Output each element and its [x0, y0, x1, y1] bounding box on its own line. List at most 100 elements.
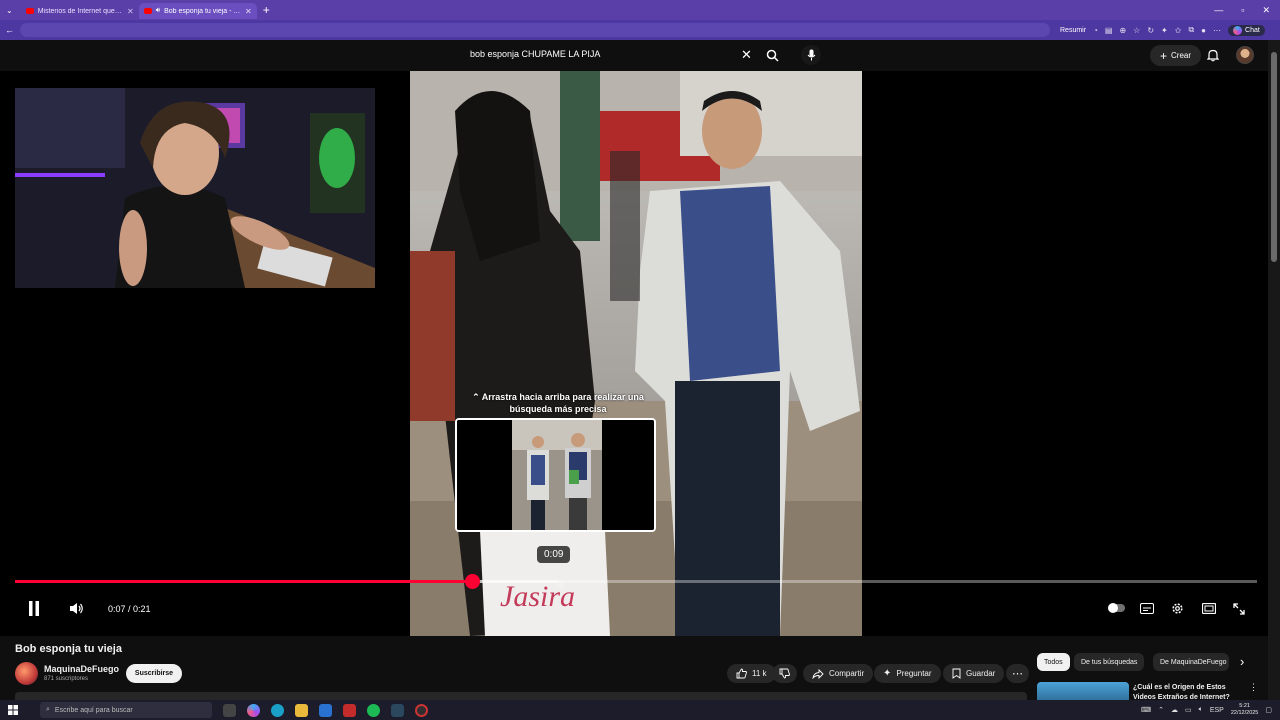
- bookmark-icon: [952, 668, 961, 679]
- pause-icon[interactable]: [28, 601, 40, 616]
- seek-preview-thumbnail: [455, 418, 656, 532]
- progress-bar[interactable]: [15, 574, 1257, 589]
- copilot-app-icon[interactable]: [247, 703, 260, 717]
- description-box[interactable]: [15, 692, 1027, 700]
- account-avatar[interactable]: [1236, 46, 1254, 64]
- address-bar-row: ← Resumir ◔ ▤ ⊕ ☆ ↻ ✦ ✩ ⧉ ● ⋯ Chat: [0, 20, 1280, 40]
- create-button[interactable]: + Crear: [1150, 45, 1202, 66]
- collections-icon[interactable]: ⧉: [1188, 25, 1194, 35]
- speaker-icon[interactable]: 🔈︎: [1199, 706, 1203, 714]
- url-field[interactable]: [20, 23, 1050, 37]
- autoplay-toggle[interactable]: [1108, 603, 1125, 613]
- read-aloud-icon[interactable]: ◔: [1093, 26, 1098, 35]
- close-tab-icon[interactable]: ✕: [127, 7, 134, 16]
- more-icon[interactable]: ⋯: [1213, 26, 1221, 35]
- obs-icon[interactable]: [415, 703, 428, 717]
- audio-playing-icon[interactable]: 🔊︎: [156, 7, 160, 15]
- preview-scene: [457, 420, 654, 530]
- tab-list-icon[interactable]: ⌄: [6, 6, 13, 15]
- like-button[interactable]: 11 k: [727, 664, 776, 683]
- recommendation-menu-icon[interactable]: ⋮: [1249, 682, 1258, 693]
- edge-browser-icon[interactable]: [271, 703, 284, 717]
- webcam-scene: [15, 88, 375, 288]
- new-tab-icon[interactable]: +: [263, 3, 270, 17]
- zoom-icon[interactable]: ⊕: [1119, 26, 1126, 35]
- windows-start-icon[interactable]: [8, 705, 18, 715]
- outlook-icon[interactable]: [319, 703, 332, 717]
- network-icon[interactable]: ▭: [1185, 706, 1192, 714]
- search-icon[interactable]: [766, 49, 779, 62]
- tray-cloud-icon[interactable]: ☁: [1171, 706, 1178, 714]
- task-view-icon[interactable]: [223, 703, 236, 717]
- summarize-button[interactable]: Resumir: [1060, 27, 1086, 34]
- streamer-webcam-overlay: [15, 88, 375, 288]
- taskbar-search-input[interactable]: ⌕ Escribe aquí para buscar: [40, 702, 212, 718]
- recommendation-thumbnail[interactable]: [1037, 682, 1129, 701]
- input-language[interactable]: ESP: [1210, 707, 1224, 714]
- youtube-header: bob esponja CHUPAME LA PIJA ✕ + Crear: [0, 40, 1268, 71]
- share-icon: [812, 668, 824, 679]
- clear-search-icon[interactable]: ✕: [741, 47, 752, 63]
- copilot-chat-button[interactable]: Chat: [1228, 24, 1265, 36]
- autoplay-knob: [1108, 603, 1118, 613]
- reader-mode-icon[interactable]: ▤: [1105, 26, 1113, 35]
- subscriber-count: 871 suscriptores: [44, 676, 89, 682]
- chip-all[interactable]: Todos: [1037, 653, 1070, 671]
- close-tab-icon[interactable]: ✕: [245, 7, 252, 16]
- tray-expand-icon[interactable]: ⌃: [1158, 706, 1164, 714]
- share-button[interactable]: Compartir: [803, 664, 874, 683]
- channel-name[interactable]: MaquinaDeFuego: [44, 664, 119, 674]
- windows-taskbar: ⌕ Escribe aquí para buscar ⌨ ⌃ ☁ ▭ 🔈︎ ES…: [0, 700, 1280, 720]
- maximize-icon[interactable]: ▫: [1241, 5, 1244, 16]
- browser-tab-strip: ⌄ Misterios de Internet que Duraron ✕ 🔊︎…: [0, 0, 1280, 20]
- sparkle-icon: ✦: [883, 668, 892, 679]
- notification-center-icon[interactable]: ▢: [1265, 706, 1272, 714]
- recommendation-title[interactable]: ¿Cuál es el Origen de Estos Videos Extra…: [1133, 683, 1241, 700]
- save-button[interactable]: Guardar: [943, 664, 1005, 683]
- keyboard-icon[interactable]: ⌨: [1141, 706, 1151, 714]
- taskbar-clock[interactable]: 5:21 22/12/2025: [1231, 703, 1259, 717]
- tab-bob-esponja[interactable]: 🔊︎ Bob esponja tu vieja - YouTube ✕: [138, 3, 257, 19]
- search-query: bob esponja CHUPAME LA PIJA: [470, 49, 601, 59]
- minimize-icon[interactable]: —: [1214, 5, 1223, 16]
- profile-icon[interactable]: ●: [1201, 26, 1206, 35]
- page-scrollbar[interactable]: [1268, 40, 1280, 700]
- steam-icon[interactable]: [391, 703, 404, 717]
- video-frame[interactable]: Jasira: [410, 71, 862, 636]
- video-player[interactable]: Jasira ⌃ Arrastra hacia arriba para real…: [0, 71, 1268, 636]
- favorite-star-icon[interactable]: ☆: [1133, 26, 1140, 35]
- progress-played: [15, 580, 473, 583]
- back-icon[interactable]: ←: [5, 25, 14, 35]
- create-label: Crear: [1171, 51, 1192, 60]
- fullscreen-icon[interactable]: [1233, 603, 1245, 615]
- chip-from-channel[interactable]: De MaquinaDeFuego: [1153, 653, 1229, 671]
- volume-icon[interactable]: [69, 602, 84, 615]
- calendar-app-icon[interactable]: [343, 703, 356, 717]
- notifications-bell-icon[interactable]: [1207, 49, 1219, 62]
- subscribe-button[interactable]: Suscribirse: [126, 664, 182, 683]
- video-title: Bob esponja tu vieja: [15, 643, 122, 655]
- chip-from-searches[interactable]: De tus búsquedas: [1074, 653, 1145, 671]
- taskbar-search-placeholder: Escribe aquí para buscar: [54, 706, 133, 714]
- save-label: Guardar: [966, 669, 996, 678]
- chevron-right-icon[interactable]: ›: [1240, 654, 1244, 669]
- spotify-icon[interactable]: [367, 703, 380, 717]
- extensions-icon[interactable]: ✦: [1161, 26, 1168, 35]
- close-window-icon[interactable]: ✕: [1262, 5, 1270, 16]
- time-display: 0:07 / 0:21: [108, 604, 151, 614]
- favorites-icon[interactable]: ✩: [1175, 26, 1182, 35]
- refresh-icon[interactable]: ↻: [1147, 26, 1154, 35]
- channel-avatar[interactable]: [15, 662, 38, 685]
- scrollbar-thumb[interactable]: [1271, 52, 1277, 262]
- more-actions-button[interactable]: ⋯: [1006, 664, 1029, 683]
- voice-search-button[interactable]: [801, 45, 821, 65]
- dislike-button[interactable]: [772, 664, 797, 683]
- progress-scrubber[interactable]: [465, 574, 481, 589]
- theater-mode-icon[interactable]: [1202, 603, 1216, 614]
- settings-gear-icon[interactable]: [1171, 602, 1184, 615]
- ask-button[interactable]: ✦ Preguntar: [874, 664, 941, 683]
- ask-label: Preguntar: [896, 669, 932, 678]
- subtitles-icon[interactable]: [1140, 603, 1154, 614]
- file-explorer-icon[interactable]: [295, 703, 308, 717]
- tab-misterios[interactable]: Misterios de Internet que Duraron ✕: [21, 3, 139, 19]
